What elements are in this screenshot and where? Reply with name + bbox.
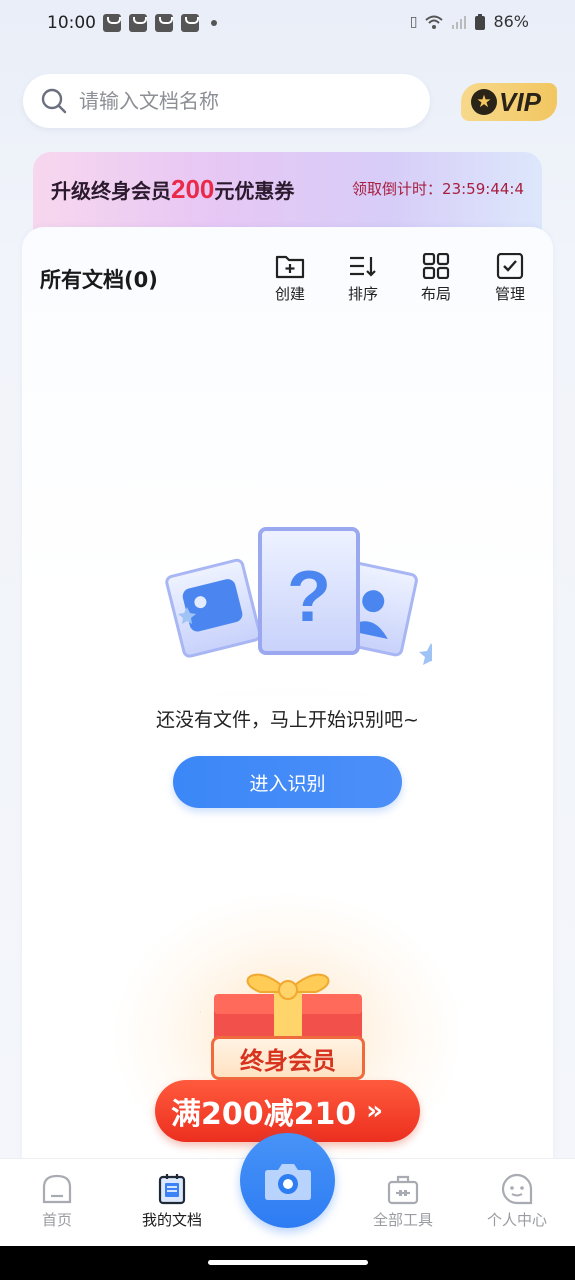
manage-button[interactable]: 管理 bbox=[480, 253, 540, 304]
status-time: 10:00 bbox=[47, 13, 96, 33]
folder-plus-icon bbox=[275, 255, 305, 279]
search-icon bbox=[41, 88, 67, 114]
documents-title: 所有文档(0) bbox=[40, 268, 158, 292]
camera-icon bbox=[264, 1163, 311, 1200]
vip-label: VIP bbox=[499, 86, 541, 117]
create-label: 创建 bbox=[274, 285, 305, 303]
promo-amount: 200 bbox=[171, 174, 215, 204]
status-bar: 10:00 ▯ 86% bbox=[0, 0, 575, 48]
tab-home[interactable]: 首页 bbox=[12, 1173, 102, 1230]
enter-recognition-button[interactable]: 进入识别 bbox=[173, 756, 402, 808]
battery-level: 86% bbox=[493, 12, 529, 31]
layout-label: 布局 bbox=[420, 285, 451, 303]
sort-button[interactable]: 排序 bbox=[333, 253, 393, 304]
shopping-bag-icon bbox=[181, 14, 199, 32]
tab-my-documents-label: 我的文档 bbox=[141, 1211, 202, 1229]
manage-label: 管理 bbox=[494, 285, 525, 303]
star-icon: ★ bbox=[471, 89, 497, 115]
signal-icon bbox=[452, 15, 467, 29]
layout-button[interactable]: 布局 bbox=[406, 253, 466, 304]
battery-icon bbox=[475, 13, 486, 30]
search-input[interactable] bbox=[79, 86, 409, 116]
create-button[interactable]: 创建 bbox=[260, 253, 320, 304]
vip-button[interactable]: ★ VIP bbox=[461, 83, 557, 121]
sort-icon bbox=[350, 256, 376, 277]
sort-label: 排序 bbox=[347, 285, 378, 303]
promo-title: 升级终身会员200元优惠券 bbox=[51, 174, 294, 205]
lifetime-member-tag[interactable]: 终身会员 bbox=[211, 1036, 365, 1080]
promo-text-before: 升级终身会员 bbox=[51, 179, 171, 203]
tab-my-documents[interactable]: 我的文档 bbox=[127, 1173, 217, 1230]
discount-offer-text: 满200减210 bbox=[171, 1097, 357, 1132]
toolbox-icon bbox=[387, 1175, 419, 1205]
svg-text:?: ? bbox=[287, 557, 331, 637]
status-right: ▯ 86% bbox=[410, 12, 529, 31]
shopping-bag-icon bbox=[155, 14, 173, 32]
profile-icon bbox=[501, 1173, 533, 1205]
system-navigation-bar bbox=[0, 1246, 575, 1280]
home-icon bbox=[42, 1174, 72, 1204]
search-bar[interactable] bbox=[23, 74, 430, 128]
tab-all-tools-label: 全部工具 bbox=[372, 1211, 433, 1229]
tab-home-label: 首页 bbox=[41, 1211, 72, 1229]
tab-profile-label: 个人中心 bbox=[486, 1211, 547, 1229]
documents-icon bbox=[158, 1174, 186, 1205]
more-notifications-icon bbox=[211, 20, 217, 26]
grid-icon bbox=[422, 253, 450, 279]
tab-all-tools[interactable]: 全部工具 bbox=[358, 1173, 448, 1230]
promo-text-after: 元优惠券 bbox=[214, 179, 295, 203]
camera-button[interactable] bbox=[240, 1133, 335, 1228]
vibrate-icon: ▯ bbox=[409, 13, 418, 30]
double-chevron-right-icon: » bbox=[366, 1096, 384, 1126]
home-gesture-handle[interactable] bbox=[208, 1260, 368, 1265]
promo-countdown: 领取倒计时：23:59:44:4 bbox=[352, 180, 524, 198]
empty-documents-illustration: ? bbox=[152, 527, 432, 697]
empty-state-text: 还没有文件，马上开始识别吧~ bbox=[156, 709, 419, 731]
wifi-icon bbox=[425, 15, 444, 29]
shopping-bag-icon bbox=[129, 14, 147, 32]
shopping-bag-icon bbox=[103, 14, 121, 32]
tab-profile[interactable]: 个人中心 bbox=[472, 1173, 562, 1230]
notification-icons bbox=[103, 14, 217, 32]
checkbox-icon bbox=[496, 253, 524, 279]
